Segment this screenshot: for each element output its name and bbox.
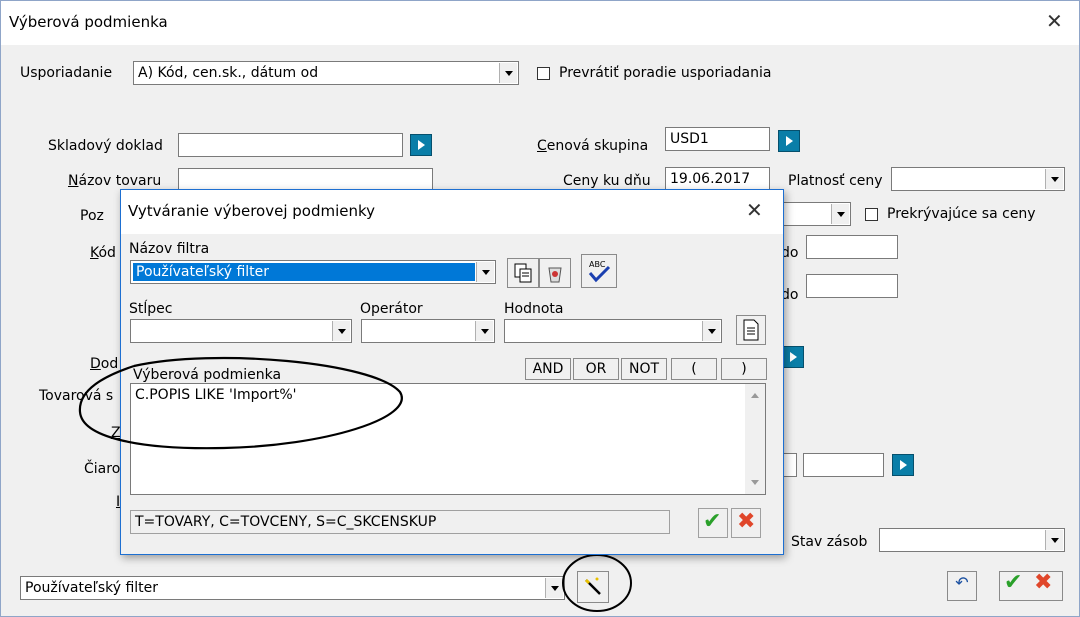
barcode-to-input[interactable] bbox=[803, 453, 884, 477]
svg-text:ABC: ABC bbox=[589, 260, 606, 269]
cancel-icon[interactable]: ✖ bbox=[1034, 572, 1052, 594]
saved-filter-select[interactable]: Používateľský filter bbox=[20, 576, 565, 600]
chevron-down-icon[interactable] bbox=[332, 321, 350, 341]
stock-doc-input[interactable] bbox=[178, 133, 403, 157]
scroll-down-icon[interactable] bbox=[751, 480, 759, 485]
not-button[interactable]: NOT bbox=[621, 358, 667, 380]
stock-status-label: Stav zásob bbox=[791, 534, 868, 550]
dialog-title-bar: Vytváranie výberovej podmienky ✕ bbox=[121, 190, 783, 234]
undo-icon: ↶ bbox=[955, 573, 969, 592]
reverse-order-checkbox[interactable] bbox=[537, 67, 550, 80]
value-select[interactable] bbox=[504, 319, 722, 343]
cancel-icon: ✖ bbox=[737, 509, 756, 534]
spellcheck-icon: ABC bbox=[588, 260, 611, 283]
alias-info-box: T=TOVARY, C=TOVCENY, S=C_SKCENSKUP bbox=[130, 510, 670, 534]
or-button[interactable]: OR bbox=[573, 358, 619, 380]
reverse-order-label: Prevrátiť poradie usporiadania bbox=[559, 65, 772, 81]
document-icon bbox=[743, 319, 759, 341]
supplier-go-button[interactable] bbox=[782, 346, 804, 368]
dialog-cancel-button[interactable]: ✖ bbox=[731, 508, 761, 538]
chevron-down-icon[interactable] bbox=[1045, 530, 1063, 550]
sort-select[interactable]: A) Kód, cen.sk., dátum od bbox=[133, 61, 519, 85]
check-icon[interactable]: ✔ bbox=[1004, 572, 1022, 594]
copy-icon bbox=[514, 263, 532, 283]
confirm-cancel-group: ✔ ✖ bbox=[999, 571, 1063, 601]
stock-doc-go-button[interactable] bbox=[410, 134, 432, 156]
price-group-input[interactable]: USD1 bbox=[665, 127, 770, 151]
prices-as-of-value: 19.06.2017 bbox=[670, 171, 751, 187]
to-input-2[interactable] bbox=[806, 274, 898, 298]
saved-filter-value: Používateľský filter bbox=[25, 580, 159, 596]
check-icon: ✔ bbox=[703, 509, 722, 534]
to-input-1[interactable] bbox=[806, 235, 898, 259]
dialog-close-icon[interactable]: ✕ bbox=[746, 198, 763, 222]
column-select[interactable] bbox=[130, 319, 352, 343]
open-paren-button[interactable]: ( bbox=[671, 358, 717, 380]
sort-value: A) Kód, cen.sk., dátum od bbox=[138, 65, 319, 81]
column-label: Stĺpec bbox=[129, 301, 173, 317]
chevron-down-icon[interactable] bbox=[831, 204, 849, 224]
chevron-down-icon[interactable] bbox=[476, 262, 494, 282]
partial-select[interactable] bbox=[781, 202, 851, 226]
filter-name-value: Používateľský filter bbox=[133, 263, 475, 281]
trash-icon bbox=[548, 267, 562, 283]
undo-button[interactable]: ↶ bbox=[947, 571, 977, 601]
product-name-label: Názov tovaru bbox=[68, 173, 162, 189]
sort-label: Usporiadanie bbox=[20, 65, 113, 81]
copy-filter-button[interactable] bbox=[507, 258, 539, 288]
add-condition-button[interactable] bbox=[736, 315, 766, 345]
title-bar: Výberová podmienka ✕ bbox=[1, 1, 1079, 45]
value-label: Hodnota bbox=[504, 301, 564, 317]
scroll-up-icon[interactable] bbox=[751, 393, 759, 398]
stock-doc-label: Skladový doklad bbox=[48, 138, 163, 154]
operator-label: Operátor bbox=[360, 301, 423, 317]
chevron-down-icon[interactable] bbox=[1045, 169, 1063, 189]
poz-label: Poz bbox=[80, 208, 104, 224]
operator-select[interactable] bbox=[361, 319, 495, 343]
chevron-down-icon[interactable] bbox=[499, 63, 517, 83]
filter-name-select[interactable]: Používateľský filter bbox=[130, 260, 496, 284]
price-group-go-button[interactable] bbox=[778, 130, 800, 152]
delete-filter-button[interactable] bbox=[539, 258, 571, 288]
condition-scrollbar[interactable] bbox=[745, 384, 765, 494]
price-group-label: Cenová skupina bbox=[537, 138, 649, 154]
filter-name-label: Názov filtra bbox=[129, 241, 210, 257]
barcode-go-button[interactable] bbox=[892, 454, 914, 476]
dialog-title: Vytváranie výberovej podmienky bbox=[128, 202, 376, 220]
highlight-ellipse-wand bbox=[562, 554, 632, 612]
close-icon[interactable]: ✕ bbox=[1046, 9, 1063, 33]
dialog-ok-button[interactable]: ✔ bbox=[698, 508, 728, 538]
chevron-down-icon[interactable] bbox=[702, 321, 720, 341]
price-validity-label: Platnosť ceny bbox=[788, 173, 883, 189]
chevron-down-icon[interactable] bbox=[475, 321, 493, 341]
price-group-value: USD1 bbox=[670, 131, 709, 147]
stock-status-select[interactable] bbox=[879, 528, 1065, 552]
and-button[interactable]: AND bbox=[525, 358, 571, 380]
barcode-label: Čiaro bbox=[84, 461, 121, 477]
price-validity-select[interactable] bbox=[891, 167, 1065, 191]
prices-as-of-label: Ceny ku dňu bbox=[563, 173, 651, 189]
window-title: Výberová podmienka bbox=[9, 13, 168, 31]
overlapping-prices-checkbox[interactable] bbox=[865, 208, 878, 221]
prices-as-of-input[interactable]: 19.06.2017 bbox=[665, 167, 770, 191]
highlight-ellipse-condition bbox=[78, 356, 403, 450]
code-label: Kód bbox=[90, 245, 116, 261]
alias-info-text: T=TOVARY, C=TOVCENY, S=C_SKCENSKUP bbox=[135, 514, 437, 530]
spellcheck-button[interactable]: ABC bbox=[581, 254, 617, 288]
overlapping-prices-label: Prekrývajúce sa ceny bbox=[887, 206, 1036, 222]
close-paren-button[interactable]: ) bbox=[721, 358, 767, 380]
